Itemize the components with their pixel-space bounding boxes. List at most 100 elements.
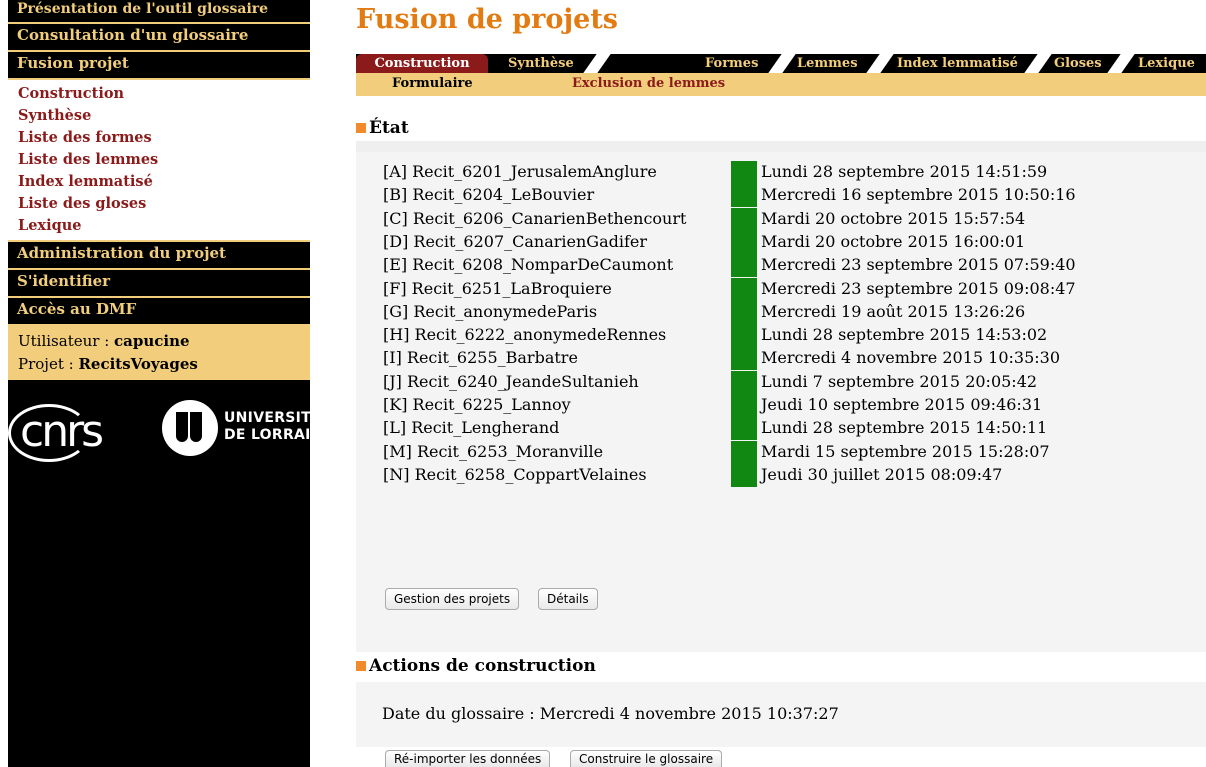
submenu-construction[interactable]: Construction <box>8 83 310 105</box>
state-row-date: Lundi 28 septembre 2015 14:53:02 <box>761 325 1048 345</box>
state-row-label: [E] Recit_6208_NomparDeCaumont <box>383 255 674 275</box>
state-row: [L] Recit_Lengherand Lundi 28 septembre 2… <box>383 417 1047 441</box>
menu-acces-dmf[interactable]: Accès au DMF <box>8 298 310 326</box>
section-etat-label: État <box>369 118 409 138</box>
state-row-label: [G] Recit_anonymedeParis <box>383 301 598 321</box>
project-name: RecitsVoyages <box>78 355 198 373</box>
status-indicator <box>731 394 757 417</box>
user-label: Utilisateur : <box>18 332 115 350</box>
user-info: Utilisateur : capucine Projet : RecitsVo… <box>8 326 310 380</box>
status-indicator <box>731 277 757 301</box>
submenu-index-lemmatise[interactable]: Index lemmatisé <box>8 171 310 193</box>
state-row: [I] Recit_6255_Barbatre Mercredi 4 novemb… <box>383 347 1060 371</box>
universite-lorraine-logo: UNIVERSITÉ DE LORRAINE <box>162 400 332 464</box>
state-row-label: [A] Recit_6201_JerusalemAnglure <box>383 162 657 181</box>
status-indicator <box>731 417 757 441</box>
section-actions-title: Actions de construction <box>356 656 596 676</box>
section-bullet-icon <box>356 661 366 671</box>
subtab-formulaire[interactable]: Formulaire <box>392 76 473 91</box>
section-actions-label: Actions de construction <box>369 656 596 676</box>
tab-gloses[interactable]: Gloses <box>1054 54 1102 73</box>
user-line: Utilisateur : capucine <box>18 330 300 353</box>
state-row-date: Mardi 15 septembre 2015 15:28:07 <box>761 441 1050 461</box>
submenu-liste-gloses[interactable]: Liste des gloses <box>8 193 310 215</box>
state-row-date: Lundi 28 septembre 2015 14:50:11 <box>761 418 1048 438</box>
gestion-projets-button[interactable]: Gestion des projets <box>385 588 520 610</box>
state-row-date: Mercredi 23 septembre 2015 07:59:40 <box>761 255 1076 275</box>
subtab-exclusion-lemmes[interactable]: Exclusion de lemmes <box>572 76 725 91</box>
menu-administration[interactable]: Administration du projet <box>8 242 310 270</box>
sidebar: Présentation de l'outil glossaire Consul… <box>8 0 332 767</box>
tab-lexique[interactable]: Lexique <box>1138 54 1195 73</box>
user-name: capucine <box>114 332 190 350</box>
page-title: Fusion de projets <box>356 4 619 35</box>
state-row: [N] Recit_6258_CoppartVelaines Jeudi 30 j… <box>383 463 1002 487</box>
state-row: [H] Recit_6222_anonymedeRennes Lundi 28 s… <box>383 324 1047 348</box>
cnrs-logo: cnrs <box>8 404 104 464</box>
menu-presentation[interactable]: Présentation de l'outil glossaire <box>8 0 310 24</box>
state-row-date: Lundi 28 septembre 2015 14:51:59 <box>761 162 1048 181</box>
status-indicator <box>731 184 757 208</box>
tab-formes[interactable]: Formes <box>705 54 758 73</box>
state-row-date: Mercredi 4 novembre 2015 10:35:30 <box>761 348 1061 368</box>
state-row: [E] Recit_6208_NomparDeCaumont Mercredi 2… <box>383 254 1076 278</box>
construire-glossaire-button[interactable]: Construire le glossaire <box>570 750 723 767</box>
state-row-date: Mercredi 19 août 2015 13:26:26 <box>761 301 1026 321</box>
state-row-label: [D] Recit_6207_CanarienGadifer <box>383 231 648 251</box>
menu-identifier[interactable]: S'identifier <box>8 270 310 298</box>
submenu-liste-lemmes[interactable]: Liste des lemmes <box>8 149 310 171</box>
status-indicator <box>731 347 757 371</box>
tab-index-lemmatise[interactable]: Index lemmatisé <box>897 54 1018 73</box>
universite-logo-text: UNIVERSITÉ DE LORRAINE <box>224 410 333 444</box>
status-indicator <box>731 230 757 254</box>
subtab-bar: Formulaire Exclusion de lemmes <box>356 73 1206 96</box>
logos: cnrs UNIVERSITÉ DE LORRAINE <box>8 394 332 464</box>
state-row-label: [L] Recit_Lengherand <box>383 418 560 438</box>
state-row-date: Mardi 20 octobre 2015 16:00:01 <box>761 231 1026 251</box>
status-indicator <box>731 254 757 278</box>
state-row: [A] Recit_6201_JerusalemAnglure Lundi 28 … <box>383 161 1047 184</box>
menu-consultation[interactable]: Consultation d'un glossaire <box>8 24 310 52</box>
state-row-label: [K] Recit_6225_Lannoy <box>383 395 571 414</box>
state-row-label: [B] Recit_6204_LeBouvier <box>383 185 595 205</box>
fusion-submenu: Construction Synthèse Liste des formes L… <box>8 80 310 242</box>
state-row-label: [F] Recit_6251_LaBroquiere <box>383 278 612 298</box>
glossary-date: Date du glossaire : Mercredi 4 novembre … <box>382 704 839 723</box>
tab-construction[interactable]: Construction <box>356 54 488 73</box>
state-row: [D] Recit_6207_CanarienGadifer Mardi 20 o… <box>383 230 1025 254</box>
section-bullet-icon <box>356 123 366 133</box>
tab-synthese[interactable]: Synthèse <box>508 54 574 73</box>
state-row: [C] Recit_6206_CanarienBethencourt Mardi … <box>383 207 1025 231</box>
submenu-lexique[interactable]: Lexique <box>8 215 310 237</box>
section-etat-title: État <box>356 118 409 138</box>
status-indicator <box>731 300 757 324</box>
state-row-date: Mercredi 16 septembre 2015 10:50:16 <box>761 185 1076 205</box>
state-row-date: Jeudi 10 septembre 2015 09:46:31 <box>761 395 1043 414</box>
state-row: [F] Recit_6251_LaBroquiere Mercredi 23 se… <box>383 277 1076 301</box>
submenu-synthese[interactable]: Synthèse <box>8 105 310 127</box>
cnrs-logo-text: cnrs <box>20 406 104 457</box>
state-row: [J] Recit_6240_JeandeSultanieh Lundi 7 se… <box>383 370 1037 394</box>
status-indicator <box>731 440 757 464</box>
state-row-label: [N] Recit_6258_CoppartVelaines <box>383 464 647 484</box>
submenu-liste-formes[interactable]: Liste des formes <box>8 127 310 149</box>
menu-fusion-projet[interactable]: Fusion projet <box>8 52 310 80</box>
universite-logo-line2: DE LORRAINE <box>224 427 333 443</box>
state-row-label: [I] Recit_6255_Barbatre <box>383 348 578 368</box>
state-row-date: Lundi 7 septembre 2015 20:05:42 <box>761 371 1038 391</box>
tab-lemmes[interactable]: Lemmes <box>797 54 858 73</box>
state-row-date: Mardi 20 octobre 2015 15:57:54 <box>761 208 1026 228</box>
state-row-label: [J] Recit_6240_JeandeSultanieh <box>383 371 639 391</box>
status-indicator <box>731 370 757 394</box>
state-row: [B] Recit_6204_LeBouvier Mercredi 16 sept… <box>383 184 1076 208</box>
details-button[interactable]: Détails <box>538 588 598 610</box>
state-row: [M] Recit_6253_Moranville Mardi 15 septem… <box>383 440 1050 464</box>
state-row-label: [H] Recit_6222_anonymedeRennes <box>383 325 667 345</box>
state-row-label: [M] Recit_6253_Moranville <box>383 441 604 461</box>
state-row-date: Jeudi 30 juillet 2015 08:09:47 <box>761 464 1003 484</box>
state-row-label: [C] Recit_6206_CanarienBethencourt <box>383 208 687 228</box>
reimport-button[interactable]: Ré-importer les données <box>385 750 551 767</box>
status-indicator <box>731 324 757 348</box>
tab-bar: Construction Synthèse Formes Lemmes Inde… <box>356 54 1206 73</box>
project-line: Projet : RecitsVoyages <box>18 353 300 376</box>
